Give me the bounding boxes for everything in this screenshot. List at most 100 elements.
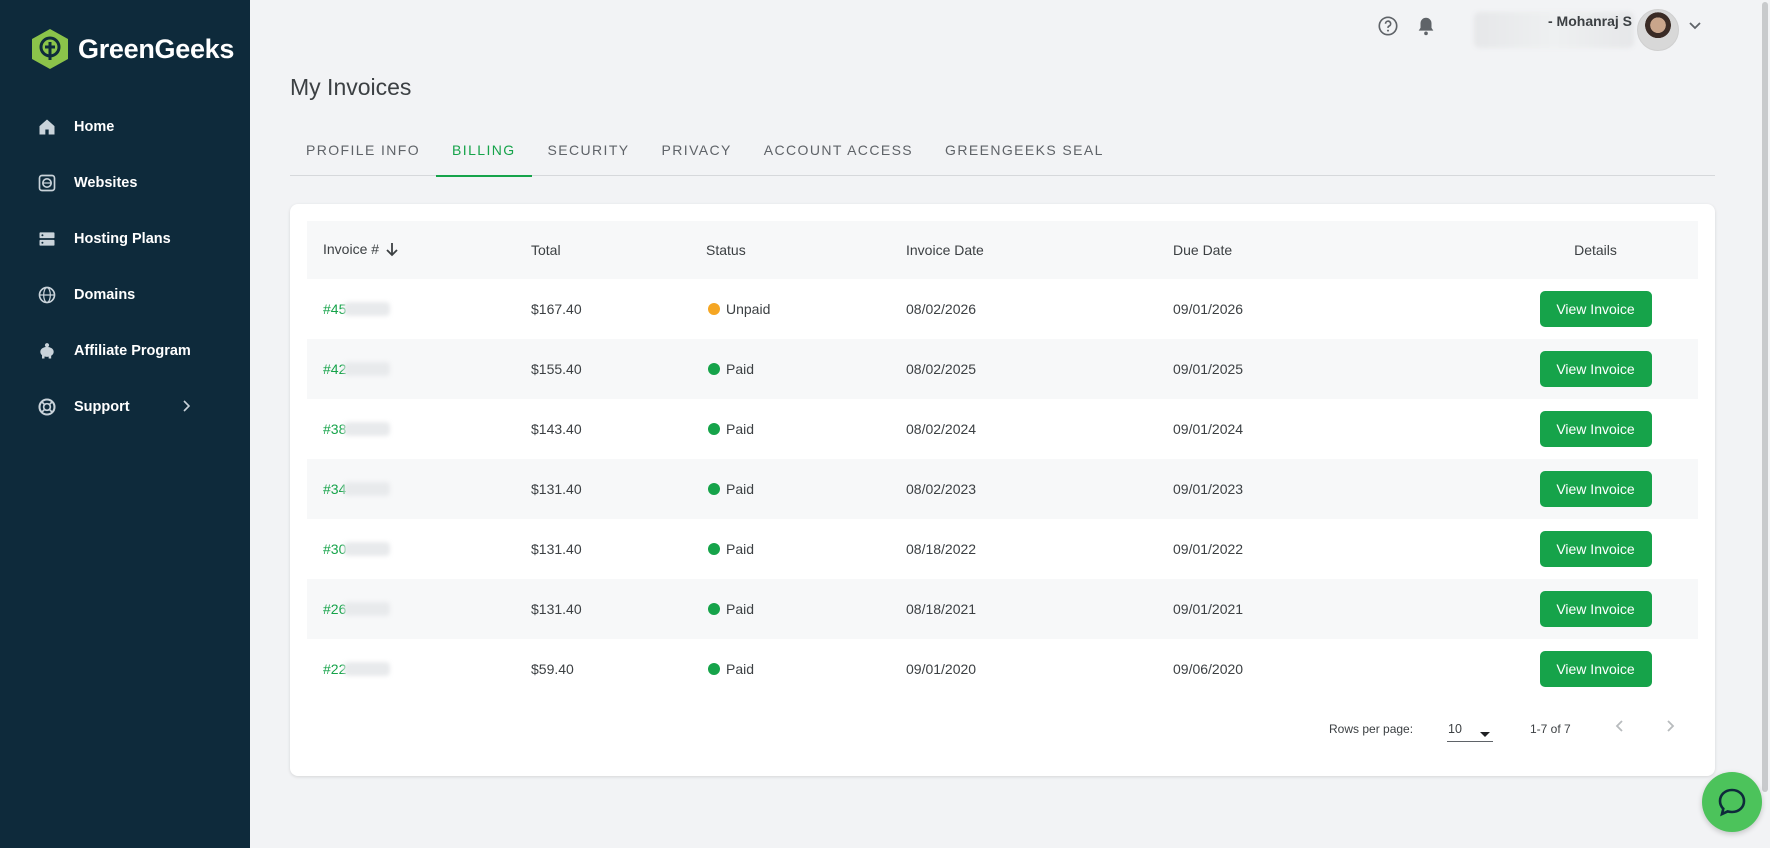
total-cell: $131.40 (531, 481, 582, 497)
chevron-down-icon[interactable] (1688, 18, 1702, 36)
total-cell: $131.40 (531, 541, 582, 557)
greengeeks-logo[interactable]: GreenGeeks (30, 28, 234, 70)
status-badge: Paid (706, 421, 906, 437)
redacted-invoice-digits (344, 362, 391, 376)
rows-per-page-value: 10 (1448, 722, 1462, 736)
invoice-date-cell: 08/18/2022 (906, 541, 977, 557)
status-badge: Paid (706, 541, 906, 557)
sidebar-item-label: Support (74, 399, 130, 415)
scrollbar-thumb[interactable] (1762, 2, 1768, 792)
invoices-card: Invoice # Total Status Invoice Date Due … (290, 204, 1715, 776)
status-dot (708, 423, 720, 435)
invoice-number-link[interactable]: #30 (323, 541, 391, 557)
table-row: #38 $143.40 Paid 08/02/2024 09/01/2024 View I… (307, 399, 1698, 459)
details-cell: View Invoice (1493, 291, 1698, 327)
invoice-number-link[interactable]: #42 (323, 361, 391, 377)
invoice-number-cell: #34 (307, 481, 531, 497)
column-header-status: Status (706, 242, 746, 258)
table-row: #22 $59.40 Paid 09/01/2020 09/06/2020 View In… (307, 639, 1698, 699)
sidebar-nav: Home Websites Hosting Plans Domains Affi… (0, 99, 250, 435)
sidebar-item-home[interactable]: Home (0, 99, 250, 155)
invoice-date-cell: 08/02/2024 (906, 421, 977, 437)
total-cell: $143.40 (531, 421, 582, 437)
status-cell: Paid (706, 421, 906, 437)
sidebar-item-label: Affiliate Program (74, 343, 191, 359)
view-invoice-button[interactable]: View Invoice (1539, 351, 1652, 387)
greengeeks-logo-icon (32, 29, 68, 69)
sort-descending-icon[interactable] (385, 241, 399, 260)
invoice-number-link[interactable]: #38 (323, 421, 391, 437)
user-name[interactable]: - Mohanraj S (1548, 13, 1632, 29)
view-invoice-button[interactable]: View Invoice (1539, 471, 1652, 507)
server-icon (36, 228, 58, 250)
sidebar-item-domains[interactable]: Domains (0, 267, 250, 323)
tab-account-access[interactable]: ACCOUNT ACCESS (748, 132, 929, 176)
avatar[interactable] (1637, 9, 1679, 51)
view-invoice-button[interactable]: View Invoice (1539, 411, 1652, 447)
details-cell: View Invoice (1493, 651, 1698, 687)
sidebar-item-label: Domains (74, 287, 136, 303)
due-date-cell: 09/01/2026 (1173, 301, 1244, 317)
scrollbar[interactable] (1760, 0, 1770, 848)
tab-privacy[interactable]: PRIVACY (646, 132, 748, 176)
tab-greengeeks-seal[interactable]: GREENGEEKS SEAL (929, 132, 1120, 176)
chevron-left-icon[interactable] (1610, 716, 1630, 739)
chat-button[interactable] (1702, 772, 1762, 832)
details-cell: View Invoice (1493, 591, 1698, 627)
redacted-invoice-digits (344, 482, 391, 496)
invoice-date-cell: 09/01/2020 (906, 661, 977, 677)
help-icon[interactable] (1376, 12, 1400, 40)
view-invoice-button[interactable]: View Invoice (1539, 531, 1652, 567)
invoice-date-cell: 08/02/2026 (906, 301, 977, 317)
bell-icon[interactable] (1414, 12, 1438, 40)
globe-icon (36, 284, 58, 306)
invoice-number-link[interactable]: #26 (323, 601, 391, 617)
invoice-number-link[interactable]: #22 (323, 661, 391, 677)
details-cell: View Invoice (1493, 531, 1698, 567)
invoice-number-link[interactable]: #34 (323, 481, 391, 497)
total-cell: $131.40 (531, 601, 582, 617)
tab-security[interactable]: SECURITY (532, 132, 646, 176)
sidebar-item-label: Websites (74, 175, 138, 191)
chevron-right-icon[interactable] (1660, 716, 1680, 739)
rows-per-page-label: Rows per page: (1329, 722, 1414, 736)
status-cell: Paid (706, 361, 906, 377)
sidebar-item-websites[interactable]: Websites (0, 155, 250, 211)
total-cell: $167.40 (531, 301, 582, 317)
invoice-number-link[interactable]: #45 (323, 301, 391, 317)
invoice-date-cell: 08/02/2023 (906, 481, 977, 497)
total-cell: $155.40 (531, 361, 582, 377)
status-dot (708, 483, 720, 495)
invoice-date-cell: 08/18/2021 (906, 601, 977, 617)
sidebar-item-support[interactable]: Support (0, 379, 250, 435)
view-invoice-button[interactable]: View Invoice (1539, 591, 1652, 627)
invoice-number-cell: #26 (307, 601, 531, 617)
status-badge: Paid (706, 361, 906, 377)
table-row: #34 $131.40 Paid 08/02/2023 09/01/2023 View I… (307, 459, 1698, 519)
table-pagination: Rows per page: 10 1-7 of 7 (290, 712, 1715, 752)
status-badge: Paid (706, 481, 906, 497)
status-badge: Unpaid (706, 301, 906, 317)
sidebar-item-hosting-plans[interactable]: Hosting Plans (0, 211, 250, 267)
details-cell: View Invoice (1493, 351, 1698, 387)
rows-per-page-select[interactable]: 10 (1447, 714, 1493, 742)
invoice-date-cell: 08/02/2025 (906, 361, 977, 377)
invoice-number-cell: #30 (307, 541, 531, 557)
view-invoice-button[interactable]: View Invoice (1539, 291, 1652, 327)
view-invoice-button[interactable]: View Invoice (1539, 651, 1652, 687)
total-cell: $59.40 (531, 661, 574, 677)
sidebar-item-affiliate-program[interactable]: Affiliate Program (0, 323, 250, 379)
details-cell: View Invoice (1493, 411, 1698, 447)
tab-billing[interactable]: BILLING (436, 132, 532, 177)
due-date-cell: 09/01/2023 (1173, 481, 1244, 497)
status-dot (708, 603, 720, 615)
tab-profile-info[interactable]: PROFILE INFO (290, 132, 436, 176)
page-title: My Invoices (290, 74, 412, 100)
column-header-invoice[interactable]: Invoice # (307, 241, 531, 260)
caret-down-icon (1479, 727, 1491, 741)
due-date-cell: 09/01/2021 (1173, 601, 1244, 617)
sidebar-item-label: Home (74, 119, 115, 135)
settings-tabs: PROFILE INFO BILLING SECURITY PRIVACY AC… (290, 132, 1715, 177)
invoice-number-cell: #38 (307, 421, 531, 437)
status-cell: Paid (706, 481, 906, 497)
